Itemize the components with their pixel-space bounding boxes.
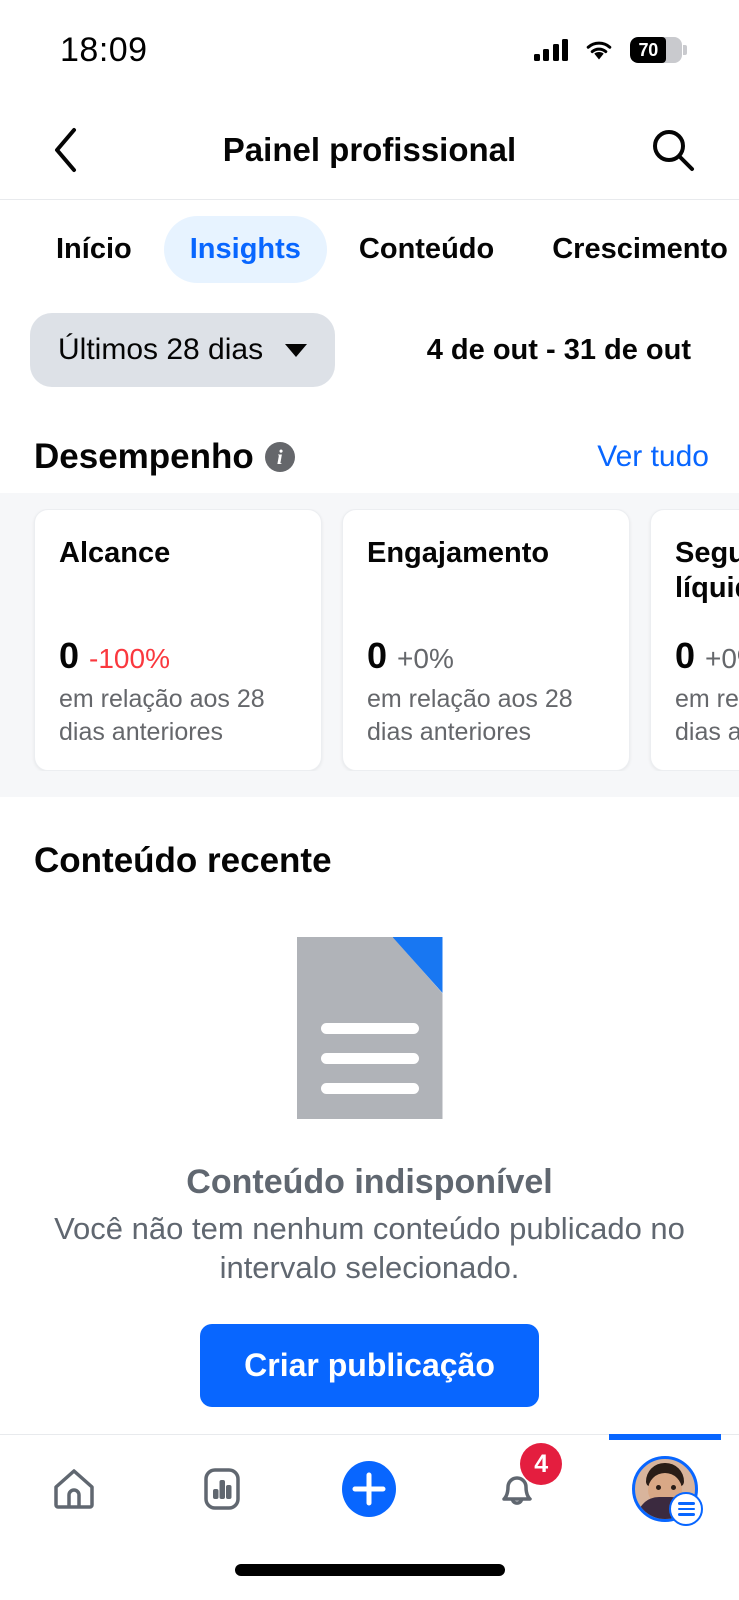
metric-card-engajamento[interactable]: Engajamento 0 +0% em relação aos 28 dias…	[342, 509, 630, 771]
back-chevron-icon	[55, 127, 76, 172]
cellular-signal-icon	[533, 39, 568, 61]
performance-section-header: Desempenho i Ver tudo	[0, 399, 739, 493]
metric-card-alcance[interactable]: Alcance 0 -100% em relação aos 28 dias a…	[34, 509, 322, 771]
search-icon	[653, 129, 694, 171]
bottom-navigation: 4	[0, 1434, 739, 1600]
metric-card-delta: +0%	[397, 643, 454, 674]
empty-state-title: Conteúdo indisponível	[186, 1163, 553, 1201]
notifications-badge: 4	[520, 1443, 563, 1485]
wifi-icon	[584, 39, 614, 61]
battery-icon: 70	[630, 37, 687, 63]
tab-crescimento[interactable]: Crescimento	[526, 216, 739, 283]
performance-cards-band: Alcance 0 -100% em relação aos 28 dias a…	[0, 493, 739, 797]
status-bar: 18:09 70	[0, 0, 739, 100]
metric-card-value: 0	[675, 635, 696, 676]
section-tabs: Início Insights Conteúdo Crescimento	[0, 200, 739, 297]
empty-state: Conteúdo indisponível Você não tem nenhu…	[0, 881, 739, 1407]
metric-card-subtitle: em relação aos 28 dias anteriores	[675, 685, 739, 746]
status-time: 18:09	[60, 30, 148, 69]
home-indicator	[234, 1564, 505, 1576]
metric-card-subtitle: em relação aos 28 dias anteriores	[59, 685, 265, 746]
date-filter-row: Últimos 28 dias 4 de out - 31 de out	[0, 297, 739, 399]
document-icon	[296, 937, 443, 1119]
app-header: Painel profissional	[0, 100, 739, 200]
metric-card-seguidores-liquidos[interactable]: Seguidores líquidos 0 +0% em relação aos…	[650, 509, 739, 771]
see-all-link[interactable]: Ver tudo	[597, 440, 709, 474]
tab-insights[interactable]: Insights	[163, 216, 327, 283]
create-post-button[interactable]: Criar publicação	[200, 1323, 539, 1407]
nav-home[interactable]	[0, 1435, 148, 1543]
insights-bar-chart-icon	[203, 1468, 240, 1510]
nav-create[interactable]	[296, 1435, 444, 1543]
battery-percent: 70	[638, 39, 658, 60]
metric-card-value: 0	[367, 635, 388, 676]
phone-screen: 18:09 70 Painel profissional Início Insi…	[0, 0, 739, 1600]
performance-cards-scroller[interactable]: Alcance 0 -100% em relação aos 28 dias a…	[0, 509, 739, 771]
recent-content-title: Conteúdo recente	[34, 841, 332, 880]
date-range-selected-label: Últimos 28 dias	[58, 333, 264, 366]
info-icon[interactable]: i	[264, 442, 295, 472]
metric-card-title: Engajamento	[367, 537, 550, 569]
create-plus-icon	[342, 1461, 397, 1517]
date-range-text: 4 de out - 31 de out	[426, 333, 691, 366]
empty-state-subtitle: Você não tem nenhum conteúdo publicado n…	[54, 1211, 685, 1285]
status-icons: 70	[533, 37, 687, 63]
metric-card-title: Seguidores líquidos	[675, 537, 739, 604]
home-icon	[54, 1469, 94, 1509]
metric-card-value: 0	[59, 635, 80, 676]
nav-notifications[interactable]: 4	[443, 1435, 591, 1543]
chevron-down-icon	[285, 343, 308, 357]
nav-profile[interactable]	[591, 1434, 739, 1543]
metric-card-delta: +0%	[705, 643, 739, 674]
profile-menu-icon	[669, 1492, 704, 1526]
performance-title: Desempenho	[34, 437, 254, 476]
metric-card-subtitle: em relação aos 28 dias anteriores	[367, 685, 573, 746]
search-button[interactable]	[643, 127, 703, 173]
date-range-selector[interactable]: Últimos 28 dias	[30, 313, 336, 387]
tab-inicio[interactable]: Início	[30, 216, 158, 283]
page-title: Painel profissional	[222, 130, 517, 168]
nav-insights[interactable]	[148, 1435, 296, 1543]
metric-card-delta: -100%	[89, 643, 170, 674]
back-button[interactable]	[36, 126, 96, 174]
metric-card-title: Alcance	[59, 537, 171, 569]
tab-conteudo[interactable]: Conteúdo	[333, 216, 520, 283]
